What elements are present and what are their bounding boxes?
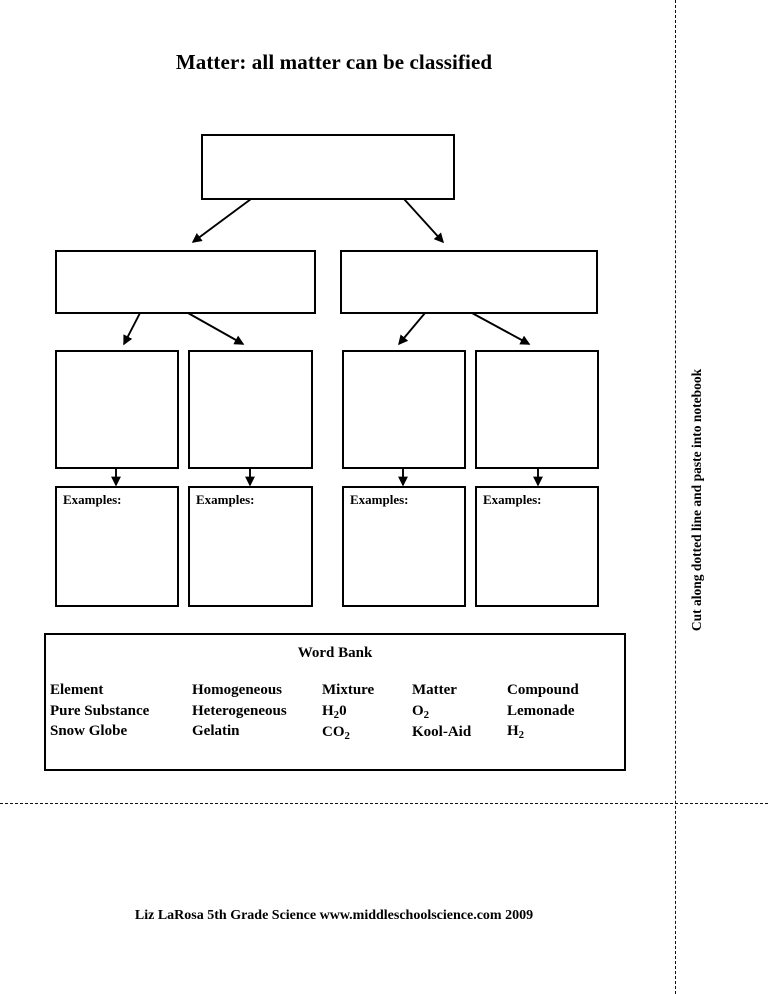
examples-label: Examples: <box>483 492 542 507</box>
word-bank-term: Pure Substance <box>50 702 150 719</box>
word-bank-term: Gelatin <box>192 723 240 739</box>
horizontal-cut-line <box>0 803 768 804</box>
word-bank-title: Word Bank <box>297 645 373 661</box>
word-bank-term: Heterogeneous <box>192 702 287 719</box>
examples-label: Examples: <box>63 492 122 507</box>
word-bank-term: Element <box>50 682 104 698</box>
footer-credit: Liz LaRosa 5th Grade Science www.middles… <box>134 908 534 923</box>
category-box-2[interactable] <box>188 350 313 469</box>
word-bank-term: Compound <box>507 682 579 698</box>
page-title: Matter: all matter can be classified <box>175 50 493 74</box>
vertical-cut-line <box>675 0 676 994</box>
word-bank-column-3: Mixture H20 CO2 <box>322 680 374 744</box>
word-bank-column-1: Element Pure Substance Snow Globe <box>50 680 149 742</box>
word-bank: Word Bank Element Pure Substance Snow Gl… <box>44 633 626 771</box>
cut-instruction-text: Cut along dotted line and paste into not… <box>689 368 704 632</box>
word-bank-column-4: Matter O2 Kool-Aid <box>412 680 471 743</box>
examples-box-4[interactable]: Examples: <box>475 486 599 607</box>
examples-box-3[interactable]: Examples: <box>342 486 466 607</box>
examples-label: Examples: <box>350 492 409 507</box>
word-bank-term: H20 <box>322 702 347 721</box>
worksheet-page: Matter: all matter can be classified Exa… <box>0 0 768 994</box>
branch-box-right[interactable] <box>340 250 598 314</box>
word-bank-term: Kool-Aid <box>412 724 472 740</box>
word-bank-term: O2 <box>412 702 430 721</box>
word-bank-column-2: Homogeneous Heterogeneous Gelatin <box>192 680 287 742</box>
word-bank-term: Mixture <box>322 682 375 698</box>
word-bank-term: Snow Globe <box>50 723 128 739</box>
word-bank-term: Homogeneous <box>192 682 282 698</box>
examples-box-1[interactable]: Examples: <box>55 486 179 607</box>
branch-box-left[interactable] <box>55 250 316 314</box>
category-box-4[interactable] <box>475 350 599 469</box>
examples-label: Examples: <box>196 492 255 507</box>
examples-box-2[interactable]: Examples: <box>188 486 313 607</box>
matter-box[interactable] <box>201 134 455 200</box>
word-bank-term: H2 <box>507 723 525 742</box>
word-bank-term: CO2 <box>322 724 350 743</box>
category-box-3[interactable] <box>342 350 466 469</box>
category-box-1[interactable] <box>55 350 179 469</box>
word-bank-column-5: Compound Lemonade H2 <box>507 680 579 743</box>
word-bank-term: Lemonade <box>507 702 575 719</box>
word-bank-term: Matter <box>412 682 457 698</box>
